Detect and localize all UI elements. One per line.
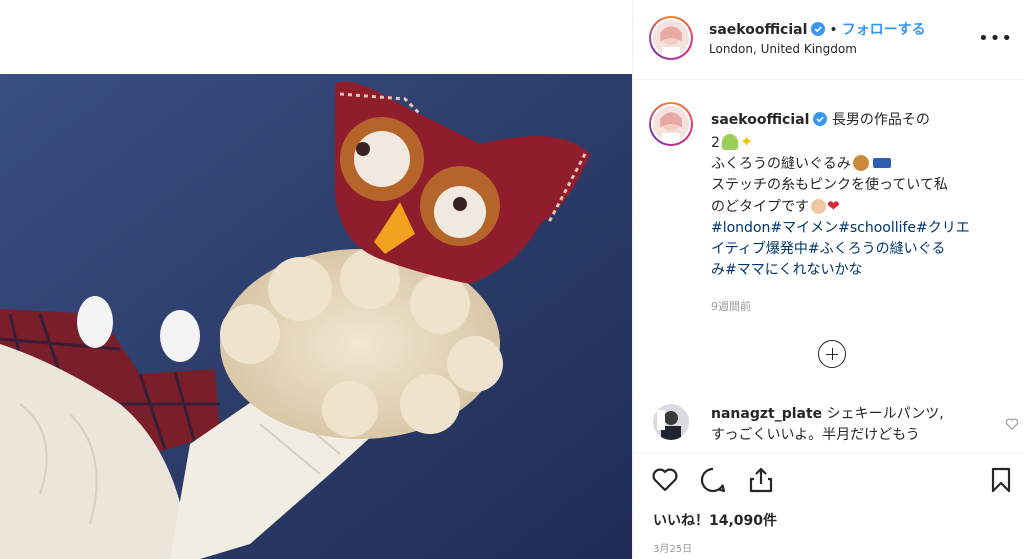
share-icon[interactable] [747, 466, 775, 494]
hashtags-line-2[interactable]: イティブ爆発中#ふくろうの縫いぐる [711, 239, 1011, 260]
speech-bubble-icon[interactable] [699, 466, 727, 494]
follow-button[interactable]: フォローする [842, 22, 926, 38]
heart-icon[interactable] [651, 466, 679, 494]
more-options-icon[interactable]: ••• [978, 28, 1013, 49]
caption-line-5: のどタイプです [711, 199, 809, 215]
post-image[interactable] [0, 74, 632, 559]
post-actions: いいね！14,090件 3月25日 [633, 452, 1024, 559]
caption-username[interactable]: saekoofficial [711, 112, 809, 128]
hashtags-line-1[interactable]: #london#マイメン#schoollife#クリエ [711, 218, 1011, 239]
likes-count[interactable]: いいね！14,090件 [653, 510, 777, 530]
author-avatar[interactable] [649, 16, 693, 60]
caption: saekoofficial 長男の作品その 2 ✦ ふくろうの縫いぐるみ ステッチ… [711, 110, 1011, 281]
caption-line-3: ふくろうの縫いぐるみ [711, 156, 851, 172]
commenter-username[interactable]: nanagzt_plate [711, 406, 822, 422]
caption-line-1: 長男の作品その [831, 112, 930, 128]
bookmark-icon[interactable] [987, 466, 1015, 494]
owl-emoji-icon [852, 155, 869, 171]
header-line: saekoofficial • フォローする [709, 19, 926, 39]
verified-badge-icon [811, 22, 826, 36]
instagram-post-view: saekoofficial • フォローする London, United King… [0, 0, 1024, 559]
comment-body: nanagzt_plate シェキールパンツ, すっごくいいよ。半月だけどもう [711, 404, 981, 448]
post-location[interactable]: London, United Kingdom [709, 42, 857, 56]
heart-emoji-icon: ❤ [827, 197, 840, 215]
author-username[interactable]: saekoofficial [709, 22, 807, 38]
comment-like-heart-icon[interactable] [1005, 417, 1019, 431]
separator-dot: • [829, 22, 838, 38]
plus-circle-icon[interactable] [818, 340, 846, 368]
caption-line-2: 2 [711, 135, 720, 151]
sparkle-emoji-icon: ✦ [739, 132, 754, 151]
verified-badge-icon [813, 112, 828, 126]
comment-text-1: シェキールパンツ, [826, 406, 944, 422]
commenter-avatar[interactable] [653, 404, 689, 440]
post-header: saekoofficial • フォローする London, United King… [633, 0, 1024, 80]
comment-text-2: すっごくいいよ。半月だけどもう [711, 427, 920, 443]
post-date[interactable]: 3月25日 [653, 540, 692, 555]
hashtags-line-3[interactable]: み#ママにくれないかな [711, 260, 1011, 281]
caption-time-ago[interactable]: 9週間前 [711, 298, 751, 314]
sewing-emoji-icon [872, 158, 891, 168]
clap-emoji-icon [811, 199, 826, 214]
post-photo-area [0, 0, 632, 559]
caption-line-4: ステッチの糸もピンクを使っていて私 [711, 177, 948, 193]
ghost-emoji-icon [721, 134, 738, 150]
post-side-panel: saekoofficial • フォローする London, United King… [632, 0, 1024, 559]
caption-author-avatar[interactable] [649, 102, 693, 146]
